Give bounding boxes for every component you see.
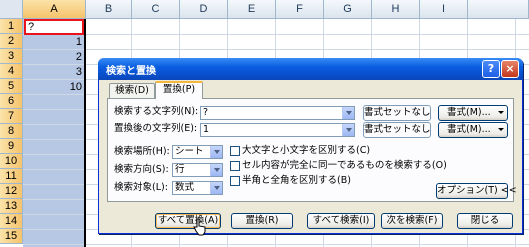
replace-all-button[interactable]: すべて置換(A) xyxy=(155,213,221,229)
row-header-7[interactable]: 7 xyxy=(0,109,23,124)
column-header-f[interactable]: F xyxy=(276,0,324,19)
dropdown-arrow-icon[interactable] xyxy=(342,124,354,136)
row-header-9[interactable]: 9 xyxy=(0,139,23,154)
find-what-label: 検索する文字列(N): xyxy=(114,106,199,117)
find-format-button[interactable]: 書式(M)... xyxy=(438,105,508,121)
cell-a1[interactable]: ? xyxy=(28,20,34,35)
dialog-titlebar[interactable]: 検索と置換 ? × xyxy=(98,58,523,80)
tab-replace[interactable]: 置換(P) xyxy=(155,81,203,99)
match-entire-label[interactable]: セル内容が完全に同一であるものを検索する(O) xyxy=(242,159,447,173)
within-label: 検索場所(H): xyxy=(114,146,170,157)
row-header-10[interactable]: 10 xyxy=(0,154,23,169)
column-header-i[interactable]: I xyxy=(420,0,468,19)
cell-a4[interactable]: 3 xyxy=(24,65,82,80)
match-byte-label[interactable]: 半角と全角を区別する(B) xyxy=(242,174,351,188)
look-in-value: 数式 xyxy=(175,182,195,193)
column-header-d[interactable]: D xyxy=(180,0,228,19)
look-in-label: 検索対象(L): xyxy=(114,182,168,193)
column-header-a[interactable]: A xyxy=(23,0,86,19)
row-header-8[interactable]: 8 xyxy=(0,124,23,139)
match-case-checkbox[interactable] xyxy=(230,146,240,156)
row-header-12[interactable]: 12 xyxy=(0,184,23,199)
mouse-pointer-icon xyxy=(193,218,206,236)
row-header-14[interactable]: 14 xyxy=(0,214,23,229)
within-select[interactable]: シート xyxy=(172,145,223,159)
options-button[interactable]: オプション(T) << xyxy=(436,183,517,199)
dialog-title: 検索と置換 xyxy=(106,66,156,77)
replace-with-label: 置換後の文字列(E): xyxy=(114,123,198,134)
tab-find[interactable]: 検索(D) xyxy=(109,83,155,98)
cell-a5[interactable]: 10 xyxy=(24,80,82,95)
dropdown-arrow-icon[interactable] xyxy=(342,107,354,119)
search-direction-label: 検索方向(S): xyxy=(114,164,169,175)
within-value: シート xyxy=(175,146,204,157)
row-header-4[interactable]: 4 xyxy=(0,64,23,79)
search-direction-select[interactable]: 行 xyxy=(172,163,223,177)
dropdown-arrow-icon[interactable] xyxy=(210,182,222,194)
column-header-c[interactable]: C xyxy=(132,0,180,19)
replace-tab-panel: 検索する文字列(N): ? 書式セットなし 書式(M)... 置換後の文字列(E… xyxy=(107,98,517,202)
search-direction-value: 行 xyxy=(175,164,185,175)
find-what-value: ? xyxy=(203,107,209,118)
row-header-15[interactable]: 15 xyxy=(0,229,23,244)
cell-a2[interactable]: 1 xyxy=(24,35,82,50)
close-icon[interactable]: × xyxy=(501,60,519,78)
replace-button[interactable]: 置換(R) xyxy=(231,213,293,229)
select-all-corner[interactable] xyxy=(0,0,23,19)
column-header-g[interactable]: G xyxy=(324,0,372,19)
gridline xyxy=(23,34,529,35)
row-header-1[interactable]: 1 xyxy=(0,19,23,34)
match-byte-checkbox[interactable] xyxy=(230,176,240,186)
find-format-button-label: 書式(M)... xyxy=(447,107,491,118)
column-header-h[interactable]: H xyxy=(372,0,420,19)
match-entire-checkbox[interactable] xyxy=(230,161,240,171)
row-header-6[interactable]: 6 xyxy=(0,94,23,109)
row-header-3[interactable]: 3 xyxy=(0,49,23,64)
row-header-13[interactable]: 13 xyxy=(0,199,23,214)
replace-with-combo[interactable]: 1 xyxy=(200,123,355,137)
replace-format-button-label: 書式(M)... xyxy=(447,124,491,135)
column-header-b[interactable]: B xyxy=(86,0,132,19)
replace-format-preview: 書式セットなし xyxy=(363,122,431,138)
look-in-select[interactable]: 数式 xyxy=(172,181,223,195)
match-case-label[interactable]: 大文字と小文字を区別する(C) xyxy=(242,144,370,158)
find-what-combo[interactable]: ? xyxy=(200,106,355,120)
column-header-extra[interactable] xyxy=(468,0,529,19)
replace-with-value: 1 xyxy=(203,124,210,135)
gridline xyxy=(23,49,529,50)
row-header-11[interactable]: 11 xyxy=(0,169,23,184)
cell-a3[interactable]: 2 xyxy=(24,50,82,65)
column-header-e[interactable]: E xyxy=(228,0,276,19)
find-replace-dialog: 検索と置換 ? × 検索(D) 置換(P) 検索する文字列(N): ? 書式セッ… xyxy=(98,58,523,234)
row-header-2[interactable]: 2 xyxy=(0,34,23,49)
find-format-preview: 書式セットなし xyxy=(363,105,431,121)
find-next-button[interactable]: 次を検索(F) xyxy=(381,213,443,229)
dropdown-arrow-icon xyxy=(498,128,504,131)
column-a-border xyxy=(84,19,86,247)
replace-format-button[interactable]: 書式(M)... xyxy=(438,122,508,138)
row-header-5[interactable]: 5 xyxy=(0,79,23,94)
gridline xyxy=(23,244,529,245)
help-icon[interactable]: ? xyxy=(482,60,500,78)
dropdown-arrow-icon[interactable] xyxy=(210,164,222,176)
find-all-button[interactable]: すべて検索(I) xyxy=(307,213,375,229)
close-button[interactable]: 閉じる xyxy=(457,213,513,229)
dropdown-arrow-icon xyxy=(498,111,504,114)
dropdown-arrow-icon[interactable] xyxy=(210,146,222,158)
